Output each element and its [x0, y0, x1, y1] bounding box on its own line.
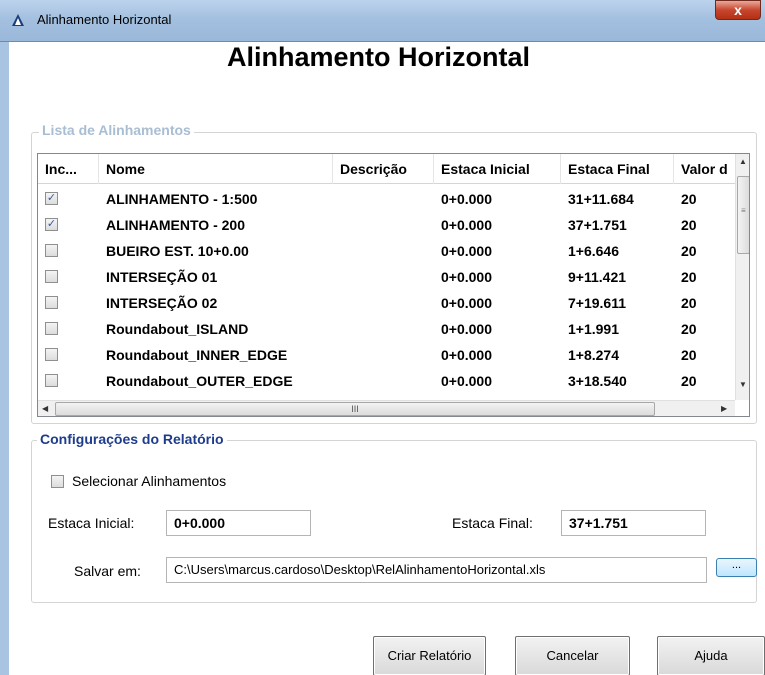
include-checkbox[interactable]: [45, 374, 58, 387]
cell-estaca-final: 7+19.611: [568, 295, 627, 311]
table-row[interactable]: Roundabout_OUTER_EDGE 0+0.000 3+18.540 2…: [38, 368, 735, 394]
cell-estaca-final: 1+8.274: [568, 347, 619, 363]
scroll-up-icon[interactable]: ▲: [739, 157, 747, 166]
window-frame-left: [0, 42, 9, 675]
horizontal-scroll-thumb[interactable]: III: [55, 402, 655, 416]
cell-estaca-final: 37+1.751: [568, 217, 627, 233]
estaca-final-label: Estaca Final:: [452, 515, 533, 531]
horizontal-scrollbar[interactable]: ◀ III ▶: [38, 400, 735, 416]
cell-nome: Roundabout_INNER_EDGE: [106, 347, 288, 363]
column-header-descricao[interactable]: Descrição: [333, 154, 434, 184]
cell-valor: 20: [681, 191, 697, 207]
vertical-scroll-thumb[interactable]: ≡: [737, 176, 749, 254]
scroll-right-icon[interactable]: ▶: [721, 404, 727, 413]
cell-descricao: [333, 212, 434, 238]
cell-valor: 20: [681, 269, 697, 285]
cell-nome: ALINHAMENTO - 200: [106, 217, 245, 233]
cell-estaca-inicial: 0+0.000: [441, 217, 492, 233]
column-header-nome[interactable]: Nome: [99, 154, 333, 184]
page-title: Alinhamento Horizontal: [227, 42, 530, 72]
grip-icon: ≡: [741, 206, 746, 215]
alignments-table[interactable]: Inc... Nome Descrição Estaca Inicial Est…: [37, 153, 750, 417]
cell-valor: 20: [681, 321, 697, 337]
create-report-button[interactable]: Criar Relatório: [373, 636, 486, 675]
check-icon: ✓: [46, 218, 57, 230]
cell-estaca-final: 1+6.646: [568, 243, 619, 259]
cell-nome: Roundabout_ISLAND: [106, 321, 249, 337]
salvar-em-label: Salvar em:: [74, 563, 141, 579]
include-checkbox[interactable]: [45, 244, 58, 257]
grip-icon: III: [351, 404, 359, 414]
report-settings-legend: Configurações do Relatório: [37, 431, 227, 447]
cell-estaca-inicial: 0+0.000: [441, 269, 492, 285]
cell-estaca-final: 31+11.684: [568, 191, 634, 207]
table-body: ✓ ALINHAMENTO - 1:500 0+0.000 31+11.684 …: [38, 184, 735, 400]
alignments-group-legend: Lista de Alinhamentos: [39, 122, 194, 138]
cell-valor: 20: [681, 373, 697, 389]
table-row[interactable]: ✓ ALINHAMENTO - 1:500 0+0.000 31+11.684 …: [38, 186, 735, 212]
browse-button[interactable]: ...: [716, 558, 757, 577]
cell-valor: 20: [681, 217, 697, 233]
window-titlebar[interactable]: Alinhamento Horizontal x: [0, 0, 765, 42]
table-row[interactable]: INTERSEÇÃO 01 0+0.000 9+11.421 20: [38, 264, 735, 290]
include-checkbox[interactable]: ✓: [45, 192, 58, 205]
close-icon: x: [734, 2, 742, 18]
cell-descricao: [333, 264, 434, 290]
help-button[interactable]: Ajuda: [657, 636, 765, 675]
table-row[interactable]: Roundabout_ISLAND 0+0.000 1+1.991 20: [38, 316, 735, 342]
cell-descricao: [333, 186, 434, 212]
cell-valor: 20: [681, 295, 697, 311]
cell-nome: ALINHAMENTO - 1:500: [106, 191, 258, 207]
check-icon: ✓: [46, 192, 57, 204]
include-checkbox[interactable]: [45, 348, 58, 361]
estaca-inicial-label: Estaca Inicial:: [48, 515, 135, 531]
scroll-left-icon[interactable]: ◀: [42, 404, 48, 413]
cancel-button[interactable]: Cancelar: [515, 636, 630, 675]
cell-descricao: [333, 342, 434, 368]
cell-nome: INTERSEÇÃO 01: [106, 269, 218, 285]
table-row[interactable]: ✓ ALINHAMENTO - 200 0+0.000 37+1.751 20: [38, 212, 735, 238]
table-row[interactable]: Roundabout_INNER_EDGE 0+0.000 1+8.274 20: [38, 342, 735, 368]
cell-estaca-inicial: 0+0.000: [441, 321, 492, 337]
cell-valor: 20: [681, 347, 697, 363]
cell-estaca-inicial: 0+0.000: [441, 191, 492, 207]
select-alignments-label[interactable]: Selecionar Alinhamentos: [72, 473, 226, 489]
column-header-estaca-inicial[interactable]: Estaca Inicial: [434, 154, 561, 184]
vertical-scrollbar[interactable]: ▲ ≡ ▼: [735, 154, 749, 400]
include-checkbox[interactable]: [45, 296, 58, 309]
cell-estaca-inicial: 0+0.000: [441, 243, 492, 259]
estaca-inicial-input[interactable]: 0+0.000: [166, 510, 311, 536]
cell-estaca-final: 9+11.421: [568, 269, 627, 285]
cell-estaca-inicial: 0+0.000: [441, 347, 492, 363]
table-row[interactable]: INTERSEÇÃO 02 0+0.000 7+19.611 20: [38, 290, 735, 316]
cell-descricao: [333, 316, 434, 342]
cell-valor: 20: [681, 243, 697, 259]
cell-descricao: [333, 368, 434, 394]
include-checkbox[interactable]: ✓: [45, 218, 58, 231]
include-checkbox[interactable]: [45, 270, 58, 283]
table-header: Inc... Nome Descrição Estaca Inicial Est…: [38, 154, 735, 184]
table-row[interactable]: BUEIRO EST. 10+0.00 0+0.000 1+6.646 20: [38, 238, 735, 264]
close-button[interactable]: x: [715, 0, 761, 20]
cell-nome: Roundabout_OUTER_EDGE: [106, 373, 293, 389]
window-title: Alinhamento Horizontal: [37, 12, 172, 27]
cell-estaca-final: 1+1.991: [568, 321, 619, 337]
app-logo-icon: [12, 14, 24, 26]
cell-nome: BUEIRO EST. 10+0.00: [106, 243, 249, 259]
cell-estaca-final: 3+18.540: [568, 373, 627, 389]
cell-descricao: [333, 290, 434, 316]
scroll-down-icon[interactable]: ▼: [739, 380, 747, 389]
column-header-include[interactable]: Inc...: [38, 154, 99, 184]
cell-estaca-inicial: 0+0.000: [441, 295, 492, 311]
column-header-estaca-final[interactable]: Estaca Final: [561, 154, 674, 184]
include-checkbox[interactable]: [45, 322, 58, 335]
cell-nome: INTERSEÇÃO 02: [106, 295, 218, 311]
select-alignments-checkbox[interactable]: [51, 475, 64, 488]
estaca-final-input[interactable]: 37+1.751: [561, 510, 706, 536]
cell-descricao: [333, 238, 434, 264]
column-header-valor[interactable]: Valor d: [674, 154, 735, 184]
cell-estaca-inicial: 0+0.000: [441, 373, 492, 389]
save-path-input[interactable]: C:\Users\marcus.cardoso\Desktop\RelAlinh…: [166, 557, 707, 583]
